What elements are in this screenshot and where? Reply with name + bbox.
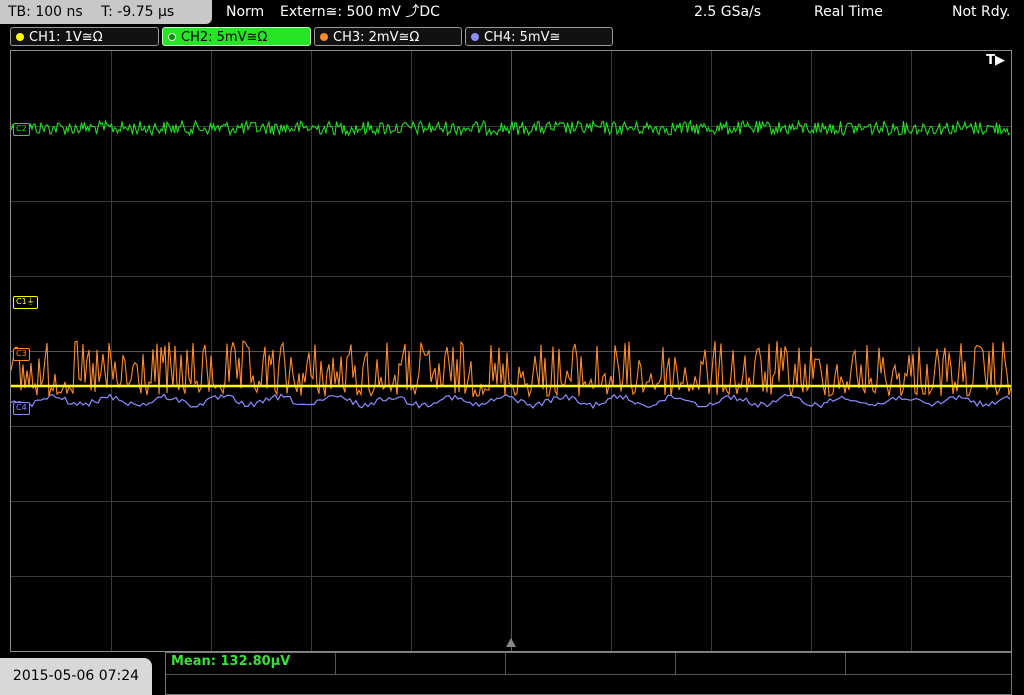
channel-1-color-dot [16, 33, 24, 41]
ch2-offset-marker[interactable]: C2 [13, 123, 30, 136]
measurement-cell[interactable] [676, 653, 846, 674]
ch1-offset-marker[interactable]: C1⏚ [13, 296, 38, 309]
top-status-bar: TB: 100 ns T: -9.75 µs Norm Extern≅: 500… [0, 0, 1024, 25]
timebase-box[interactable]: TB: 100 ns T: -9.75 µs [0, 0, 212, 24]
trigger-time-value: T: -9.75 µs [101, 4, 175, 20]
waveform-display[interactable]: T▶ C2 C1⏚ C3 C4 [10, 50, 1012, 652]
measurement-row-divider [166, 674, 1011, 675]
channel-4-button[interactable]: CH4: 5mV≅ [465, 27, 613, 46]
channel-3-color-dot [320, 33, 328, 41]
channel-2-button[interactable]: CH2: 5mV≅Ω [162, 27, 311, 46]
channel-1-button[interactable]: CH1: 1V≅Ω [10, 27, 159, 46]
trigger-status: Not Rdy. [952, 4, 1011, 20]
acquisition-mode[interactable]: Real Time [814, 0, 883, 24]
trigger-source[interactable]: Extern≅: 500 mV ⤴DC [280, 0, 440, 24]
ch2-trace [11, 119, 1011, 137]
channel-bar: CH1: 1V≅Ω CH2: 5mV≅Ω CH3: 2mV≅Ω CH4: 5mV… [0, 26, 1024, 48]
measurement-panel[interactable]: Mean: 132.80µV [165, 652, 1012, 695]
channel-3-label: CH3: 2mV≅Ω [333, 30, 420, 45]
measurement-cell[interactable] [336, 653, 506, 674]
mean-measurement: Mean: 132.80µV [171, 654, 291, 669]
sample-rate: 2.5 GSa/s [694, 4, 762, 20]
channel-3-button[interactable]: CH3: 2mV≅Ω [314, 27, 462, 46]
ch3-trace [11, 340, 1011, 398]
date-time: 2015-05-06 07:24 [0, 658, 152, 695]
trigger-mode[interactable]: Norm [226, 0, 264, 24]
footer: 2015-05-06 07:24 Mean: 132.80µV [0, 652, 1024, 695]
channel-4-color-dot [471, 33, 479, 41]
measurement-cell[interactable] [506, 653, 676, 674]
trigger-position-flag[interactable]: T▶ [986, 53, 1005, 68]
trigger-position-arrow-icon [506, 638, 516, 647]
channel-1-label: CH1: 1V≅Ω [29, 30, 103, 45]
timebase-value: TB: 100 ns [8, 4, 83, 20]
ch4-trace [11, 393, 1011, 410]
trace-layer [11, 119, 1011, 410]
ch3-offset-marker[interactable]: C3 [13, 348, 30, 361]
channel-2-label: CH2: 5mV≅Ω [181, 30, 268, 45]
ch4-offset-marker[interactable]: C4 [13, 402, 30, 415]
channel-4-label: CH4: 5mV≅ [484, 30, 561, 45]
channel-2-color-dot [168, 33, 176, 41]
